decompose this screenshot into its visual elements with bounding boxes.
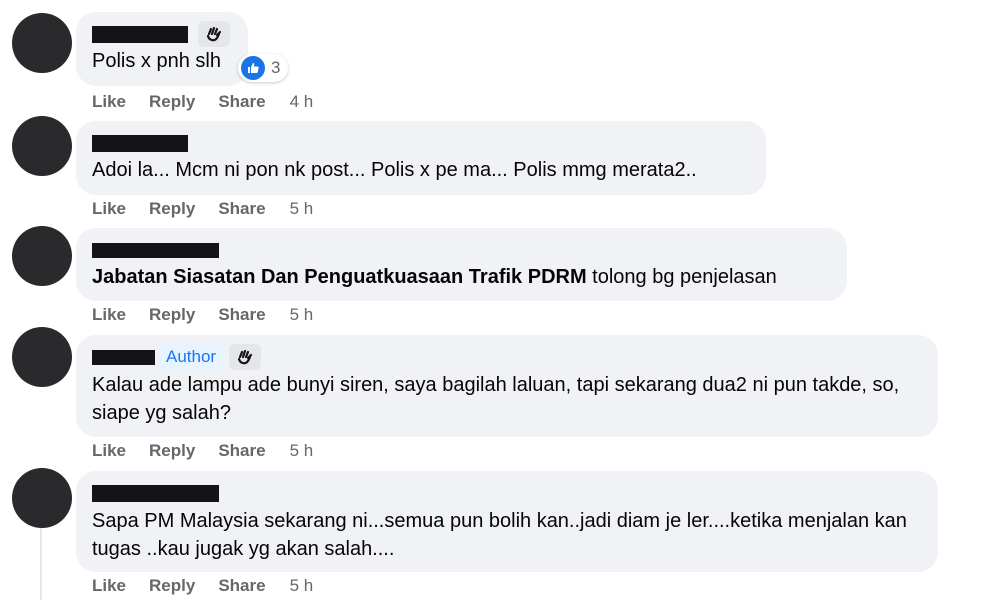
avatar[interactable] [12, 327, 72, 387]
commenter-name-row [92, 480, 922, 506]
comment-bubble: Sapa PM Malaysia sekarang ni...semua pun… [76, 471, 938, 572]
reply-button[interactable]: Reply [149, 92, 195, 112]
comment-text-rest: tolong bg penjelasan [586, 266, 777, 288]
reaction-count-number: 3 [271, 58, 281, 77]
avatar[interactable] [12, 226, 72, 286]
comment-text: Jabatan Siasatan Dan Penguatkuasaan Traf… [92, 263, 831, 291]
waving-hand-icon[interactable] [229, 344, 262, 370]
comment-actions: Like Reply Share 5 h [92, 305, 336, 325]
commenter-name-row [92, 130, 750, 156]
waving-hand-icon[interactable] [198, 21, 230, 47]
share-button[interactable]: Share [218, 441, 265, 461]
reply-button[interactable]: Reply [149, 576, 195, 596]
comment-actions: Like Reply Share 5 h [92, 441, 336, 461]
comment-bubble: Jabatan Siasatan Dan Penguatkuasaan Traf… [76, 228, 847, 301]
like-button[interactable]: Like [92, 199, 126, 219]
avatar[interactable] [12, 13, 72, 73]
comment-text: Kalau ade lampu ade bunyi siren, saya ba… [92, 374, 900, 424]
redacted-name[interactable] [92, 134, 188, 152]
redacted-name[interactable] [92, 484, 219, 502]
redacted-name[interactable] [92, 25, 188, 43]
share-button[interactable]: Share [218, 305, 265, 325]
comment-text: Adoi la... Mcm ni pon nk post... Polis x… [92, 159, 697, 181]
redacted-name[interactable] [92, 349, 155, 365]
comment-timestamp[interactable]: 5 h [290, 441, 314, 461]
reply-button[interactable]: Reply [149, 441, 195, 461]
comment-bubble: Author Kalau ade lampu ade bunyi siren, … [76, 335, 938, 437]
comment-actions: Like Reply Share 4 h [92, 92, 336, 112]
like-button[interactable]: Like [92, 305, 126, 325]
avatar[interactable] [12, 468, 72, 528]
share-button[interactable]: Share [218, 92, 265, 112]
comment-timestamp[interactable]: 4 h [290, 92, 314, 112]
like-icon [241, 56, 265, 80]
comment-timestamp[interactable]: 5 h [290, 199, 314, 219]
comment-bubble: Adoi la... Mcm ni pon nk post... Polis x… [76, 121, 766, 195]
comment-bubble: Polis x pnh slh [76, 12, 248, 86]
commenter-name-row: Author [92, 344, 922, 370]
redacted-name[interactable] [92, 242, 219, 258]
like-button[interactable]: Like [92, 576, 126, 596]
comment-actions: Like Reply Share 5 h [92, 199, 336, 219]
mentioned-page-link[interactable]: Jabatan Siasatan Dan Penguatkuasaan Traf… [92, 266, 587, 288]
reply-button[interactable]: Reply [149, 199, 195, 219]
comment-timestamp[interactable]: 5 h [290, 576, 314, 596]
share-button[interactable]: Share [218, 576, 265, 596]
reaction-count[interactable]: 3 [238, 54, 289, 82]
avatar[interactable] [12, 116, 72, 176]
comment-text: Sapa PM Malaysia sekarang ni...semua pun… [92, 510, 907, 560]
reply-button[interactable]: Reply [149, 305, 195, 325]
comment-actions: Like Reply Share 5 h [92, 576, 336, 596]
commenter-name-row [92, 237, 831, 263]
commenter-name-row [92, 21, 232, 47]
like-button[interactable]: Like [92, 92, 126, 112]
author-badge: Author [159, 344, 224, 370]
comment-text: Polis x pnh slh [92, 50, 221, 72]
comment-timestamp[interactable]: 5 h [290, 305, 314, 325]
like-button[interactable]: Like [92, 441, 126, 461]
share-button[interactable]: Share [218, 199, 265, 219]
